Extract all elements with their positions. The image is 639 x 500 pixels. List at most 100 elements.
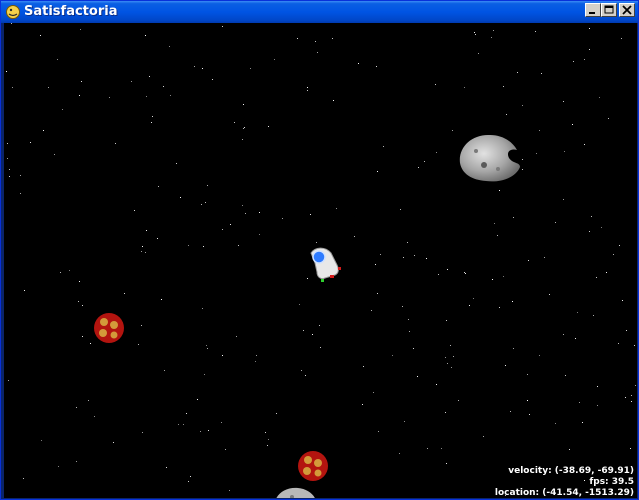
- star: [363, 366, 364, 367]
- star: [81, 81, 82, 82]
- star: [555, 423, 556, 424]
- star: [596, 277, 597, 278]
- star: [517, 72, 518, 73]
- star: [403, 257, 404, 258]
- star: [555, 222, 556, 223]
- star: [82, 305, 83, 306]
- star: [380, 254, 381, 255]
- star: [503, 276, 504, 277]
- star: [631, 395, 632, 396]
- star: [582, 422, 583, 423]
- star: [497, 235, 498, 236]
- star: [621, 38, 622, 39]
- star: [597, 405, 598, 406]
- star: [452, 130, 453, 131]
- star: [221, 422, 222, 423]
- star: [310, 214, 311, 215]
- star: [549, 294, 550, 295]
- star: [619, 245, 620, 246]
- game-viewport[interactable]: velocity: (-38.69, -69.91) fps: 39.5 loc…: [4, 23, 637, 498]
- star: [204, 374, 205, 375]
- star: [265, 432, 266, 433]
- close-icon: [622, 5, 632, 15]
- star: [94, 416, 95, 417]
- hud-readout: velocity: (-38.69, -69.91) fps: 39.5 loc…: [495, 466, 634, 498]
- star: [243, 104, 244, 105]
- title-bar[interactable]: Satisfactoria: [1, 1, 638, 23]
- star: [436, 384, 437, 385]
- star: [445, 357, 446, 358]
- star: [513, 348, 514, 349]
- pygame-snake-icon[interactable]: [5, 4, 21, 20]
- star: [332, 38, 333, 39]
- star: [377, 293, 378, 294]
- star: [145, 252, 146, 253]
- star: [69, 270, 70, 271]
- star: [197, 399, 198, 400]
- star: [626, 330, 627, 331]
- star: [188, 481, 189, 482]
- star: [564, 151, 565, 152]
- star: [267, 445, 268, 446]
- star: [522, 105, 523, 106]
- close-button[interactable]: [619, 3, 635, 17]
- star: [362, 404, 363, 405]
- maximize-icon: [604, 5, 614, 14]
- star: [305, 375, 306, 376]
- star: [407, 242, 408, 243]
- star: [146, 230, 147, 231]
- star: [194, 66, 195, 67]
- star: [88, 400, 89, 401]
- star: [539, 355, 540, 356]
- star: [11, 23, 12, 24]
- star: [9, 176, 10, 177]
- star: [115, 143, 116, 144]
- star: [438, 274, 439, 275]
- star: [589, 49, 590, 50]
- star: [164, 370, 165, 371]
- star: [6, 71, 7, 72]
- star: [20, 193, 21, 194]
- star: [373, 392, 374, 393]
- star: [569, 449, 570, 450]
- star: [297, 38, 298, 39]
- star: [276, 413, 277, 414]
- minimize-button[interactable]: [585, 3, 601, 17]
- star: [41, 440, 42, 441]
- fps-readout: fps: 39.5: [589, 477, 634, 487]
- star: [333, 100, 334, 101]
- star: [589, 28, 590, 29]
- star: [446, 463, 447, 464]
- star: [618, 343, 619, 344]
- star: [169, 46, 170, 47]
- star: [535, 31, 536, 32]
- star: [527, 400, 528, 401]
- star: [12, 87, 13, 88]
- star: [447, 363, 448, 364]
- star: [178, 424, 179, 425]
- star: [307, 87, 308, 88]
- star: [82, 336, 83, 337]
- star: [268, 126, 269, 127]
- star: [166, 467, 167, 468]
- star: [90, 343, 91, 344]
- star: [593, 315, 594, 316]
- star: [176, 163, 177, 164]
- star: [541, 73, 542, 74]
- star: [417, 376, 418, 377]
- star: [453, 356, 454, 357]
- star: [43, 130, 44, 131]
- star: [146, 96, 147, 97]
- star: [161, 299, 162, 300]
- maximize-button[interactable]: [601, 3, 617, 17]
- star: [464, 87, 465, 88]
- star: [474, 32, 475, 33]
- star: [402, 306, 403, 307]
- star: [565, 375, 566, 376]
- star: [319, 325, 320, 326]
- star: [24, 290, 25, 291]
- star: [163, 86, 164, 87]
- star: [242, 205, 243, 206]
- window-title: Satisfactoria: [24, 4, 118, 19]
- star: [376, 66, 377, 67]
